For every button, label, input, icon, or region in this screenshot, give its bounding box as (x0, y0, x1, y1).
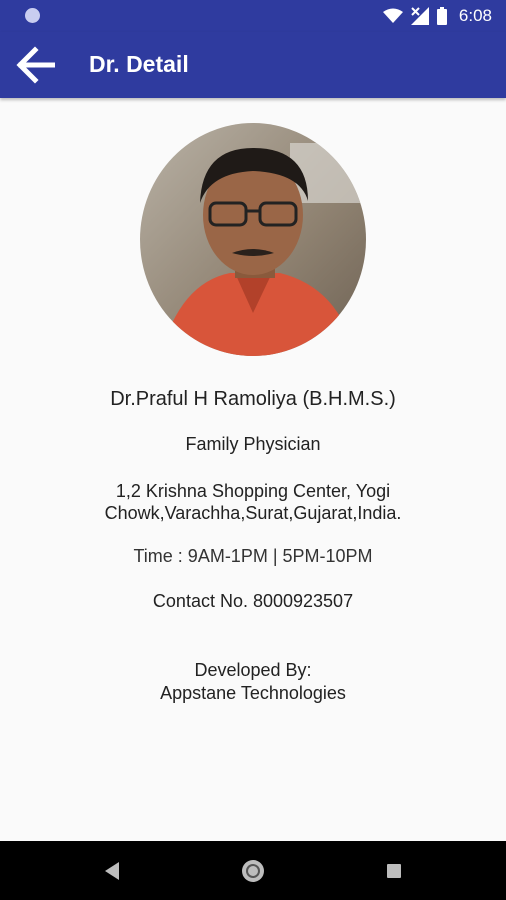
doctor-name: Dr.Praful H Ramoliya (B.H.M.S.) (110, 388, 396, 410)
nav-home-icon (242, 860, 264, 882)
notification-dot-icon (25, 8, 40, 23)
battery-icon (436, 7, 447, 25)
status-icons: 6:08 (382, 5, 492, 27)
doctor-avatar (140, 123, 366, 356)
system-nav-bar (0, 841, 506, 900)
arrow-back-icon (16, 46, 55, 84)
address-line-1: 1,2 Krishna Shopping Center, Yogi (115, 481, 391, 501)
toolbar: Dr. Detail (0, 32, 506, 98)
doctor-photo (140, 123, 366, 356)
page-title: Dr. Detail (89, 51, 189, 77)
back-button[interactable] (8, 40, 62, 90)
nav-recents-icon (387, 864, 401, 878)
status-bar: 6:08 (0, 0, 506, 32)
developer-company: Appstane Technologies (160, 683, 346, 703)
wifi-icon (382, 8, 403, 23)
doctor-specialty: Family Physician (185, 434, 321, 454)
address-line-2: Chowk,Varachha,Surat,Gujarat,India. (104, 503, 402, 523)
contact-number[interactable]: Contact No. 8000923507 (0, 591, 506, 612)
nav-back-button[interactable] (99, 857, 127, 885)
doctor-address: 1,2 Krishna Shopping Center, Yogi Chowk,… (0, 480, 506, 524)
developer-label: Developed By: (194, 660, 312, 680)
clinic-time: Time : 9AM-1PM | 5PM-10PM (133, 546, 373, 566)
nav-recents-button[interactable] (380, 857, 408, 885)
status-time: 6:08 (458, 6, 492, 25)
nav-home-button[interactable] (239, 857, 267, 885)
nav-back-icon (105, 862, 119, 880)
cellular-signal-icon (410, 7, 429, 25)
